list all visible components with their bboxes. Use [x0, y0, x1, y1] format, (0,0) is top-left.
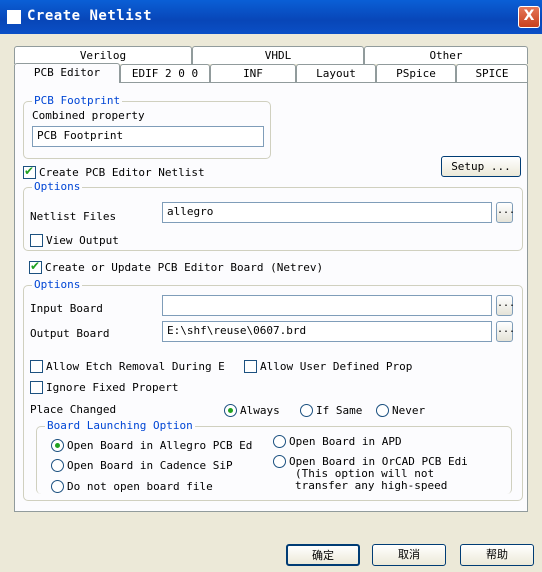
place-always-radio[interactable] [224, 404, 237, 417]
allow-etch-checkbox[interactable] [30, 360, 43, 373]
netlist-browse-button[interactable]: ... [496, 202, 515, 223]
tab-pspice[interactable]: PSpice [376, 64, 456, 82]
combined-property-label: Combined property [32, 109, 145, 122]
pcb-footprint-group-label: PCB Footprint [32, 94, 123, 107]
open-apd-label: Open Board in APD [289, 435, 402, 448]
view-output-label: View Output [46, 234, 119, 247]
cancel-button[interactable]: 取消 [372, 544, 446, 566]
tab-inf[interactable]: INF [210, 64, 296, 82]
help-button[interactable]: 帮助 [460, 544, 534, 566]
input-board-browse-button[interactable]: ... [496, 295, 515, 316]
orcad-note-line2: transfer any high-speed [295, 479, 448, 492]
tab-vhdl[interactable]: VHDL [192, 46, 364, 64]
board-options-group: Options Input Board ... Output Board E:\… [23, 278, 523, 501]
output-board-input[interactable]: E:\shf\reuse\0607.brd [162, 321, 492, 342]
tab-verilog[interactable]: Verilog [14, 46, 192, 64]
place-never-label: Never [392, 404, 426, 417]
no-open-label: Do not open board file [67, 480, 213, 493]
tab-spice[interactable]: SPICE [456, 64, 528, 82]
tab-edif[interactable]: EDIF 2 0 0 [120, 64, 210, 82]
board-launching-group: Board Launching Option Open Board in All… [36, 419, 512, 494]
create-netlist-dialog: Create Netlist X Verilog VHDL Other PCB … [0, 0, 542, 572]
allow-user-prop-checkbox[interactable] [244, 360, 257, 373]
place-always-label: Always [240, 404, 280, 417]
create-netlist-label: Create PCB Editor Netlist [39, 166, 205, 179]
allow-etch-label: Allow Etch Removal During E [46, 360, 225, 373]
close-button[interactable]: X [518, 6, 540, 28]
place-changed-label: Place Changed [30, 403, 117, 416]
ignore-fixed-checkbox[interactable] [30, 381, 43, 394]
setup-button[interactable]: Setup ... [441, 156, 521, 177]
ok-button[interactable]: 确定 [286, 544, 360, 566]
board-launching-label: Board Launching Option [45, 419, 195, 432]
input-board-input[interactable] [162, 295, 492, 316]
tab-layout[interactable]: Layout [296, 64, 376, 82]
board-options-label: Options [32, 278, 83, 291]
ignore-fixed-label: Ignore Fixed Propert [46, 381, 179, 394]
tab-pcb-editor[interactable]: PCB Editor [14, 63, 120, 83]
netlist-files-label: Netlist Files [30, 210, 117, 223]
view-output-checkbox[interactable] [30, 234, 43, 247]
input-board-label: Input Board [30, 302, 103, 315]
pcb-editor-panel: PCB Footprint Combined property PCB Foot… [14, 82, 528, 512]
netlist-options-label: Options [32, 180, 83, 193]
window-icon [7, 10, 21, 24]
tab-other[interactable]: Other [364, 46, 528, 64]
place-if-same-radio[interactable] [300, 404, 313, 417]
open-allegro-radio[interactable] [51, 439, 64, 452]
title-bar: Create Netlist X [0, 0, 542, 34]
allow-user-prop-label: Allow User Defined Prop [260, 360, 412, 373]
open-apd-radio[interactable] [273, 435, 286, 448]
open-allegro-label: Open Board in Allegro PCB Ed [67, 439, 253, 452]
output-board-browse-button[interactable]: ... [496, 321, 515, 342]
netlist-files-input[interactable]: allegro [162, 202, 492, 223]
create-netlist-checkbox[interactable] [23, 164, 36, 179]
netrev-label: Create or Update PCB Editor Board (Netre… [45, 261, 324, 274]
no-open-radio[interactable] [51, 480, 64, 493]
open-orcad-radio[interactable] [273, 455, 286, 468]
combined-property-input[interactable]: PCB Footprint [32, 126, 264, 147]
netrev-checkbox[interactable] [29, 259, 42, 274]
window-title: Create Netlist [27, 8, 153, 24]
pcb-footprint-group: PCB Footprint Combined property PCB Foot… [23, 94, 271, 159]
place-if-same-label: If Same [316, 404, 363, 417]
place-never-radio[interactable] [376, 404, 389, 417]
netlist-options-group: Options Netlist Files allegro ... View O… [23, 180, 523, 251]
output-board-label: Output Board [30, 327, 110, 340]
open-cadence-sip-radio[interactable] [51, 459, 64, 472]
open-cadence-sip-label: Open Board in Cadence SiP [67, 459, 233, 472]
